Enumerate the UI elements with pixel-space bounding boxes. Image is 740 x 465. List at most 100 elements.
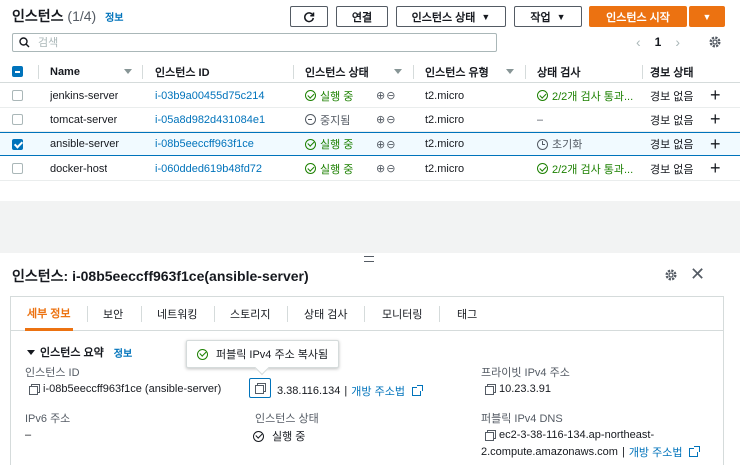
zoom-out-icon[interactable]: ⊖	[386, 138, 395, 151]
success-icon	[305, 163, 316, 174]
instance-id-link[interactable]: i-060dded619b48fd72	[155, 157, 262, 180]
table-row[interactable]: jenkins-server i-03b9a00455d75c214 실행 중 …	[0, 84, 740, 108]
zoom-in-icon[interactable]: ⊕	[376, 162, 385, 175]
section-info-link[interactable]: 정보	[114, 345, 132, 360]
zoom-out-icon[interactable]: ⊖	[386, 113, 395, 126]
caret-down-icon: ▼	[702, 11, 712, 22]
search-input[interactable]	[38, 36, 478, 49]
public-dns-label: 퍼블릭 IPv4 DNS	[481, 413, 563, 425]
instance-state-text: 실행 중	[320, 90, 354, 103]
resize-handle-icon[interactable]	[364, 256, 374, 262]
tab-details[interactable]: 세부 정보	[25, 297, 73, 331]
status-check-text: 2/2개 검사 통과...	[552, 90, 634, 103]
zoom-out-icon[interactable]: ⊖	[386, 89, 395, 102]
instance-state-value: 실행 중	[253, 428, 305, 444]
copied-tooltip: 퍼블릭 IPv4 주소 복사됨	[186, 340, 340, 376]
add-alarm-icon[interactable]: +	[710, 133, 721, 155]
col-status-check[interactable]: 상태 검사	[537, 61, 581, 82]
sort-icon[interactable]	[124, 69, 132, 74]
add-alarm-icon[interactable]: +	[710, 84, 721, 107]
zoom-icons[interactable]: ⊕ ⊖	[376, 84, 395, 107]
col-name[interactable]: Name	[50, 61, 80, 82]
refresh-icon	[304, 11, 315, 22]
panel-settings-gear-icon[interactable]	[664, 268, 678, 282]
next-page-icon[interactable]: ›	[675, 34, 680, 50]
external-link-icon[interactable]	[411, 384, 423, 396]
collapse-caret-icon[interactable]	[27, 349, 35, 355]
info-link[interactable]: 정보	[105, 13, 123, 24]
external-link-icon[interactable]	[689, 445, 701, 457]
table-header-row: Name 인스턴스 ID 인스턴스 상태 인스턴스 유형 상태 검사 경보 상태	[0, 61, 740, 83]
copy-icon[interactable]	[485, 430, 496, 441]
sort-icon[interactable]	[394, 69, 402, 74]
instance-id-link[interactable]: i-08b5eeccff963f1ce	[155, 133, 254, 155]
copy-icon[interactable]	[29, 384, 40, 395]
tab-security[interactable]: 보안	[103, 297, 123, 331]
zoom-in-icon[interactable]: ⊕	[376, 89, 385, 102]
section-header[interactable]: 인스턴스 요약 정보	[27, 344, 132, 360]
detail-title: 인스턴스: i-08b5eeccff963f1ce(ansible-server…	[12, 268, 309, 284]
copy-public-ip-button[interactable]	[249, 378, 271, 398]
status-check: –	[537, 113, 544, 126]
search-bar[interactable]	[12, 33, 497, 52]
zoom-in-icon[interactable]: ⊕	[376, 138, 385, 151]
connect-button[interactable]: 연결	[336, 6, 388, 27]
open-address-link-2[interactable]: 개방 주소법	[629, 444, 683, 460]
copy-icon	[255, 383, 266, 394]
row-checkbox[interactable]	[12, 114, 23, 125]
instance-state-text: 실행 중	[320, 163, 354, 176]
table-row[interactable]: docker-host i-060dded619b48fd72 실행 중 ⊕ ⊖ …	[0, 157, 740, 181]
launch-instance-button[interactable]: 인스턴스 시작	[589, 6, 687, 27]
add-alarm-icon[interactable]: +	[710, 157, 721, 180]
col-instance-state[interactable]: 인스턴스 상태	[305, 61, 369, 82]
zoom-icons[interactable]: ⊕ ⊖	[376, 108, 395, 131]
instance-state-dropdown[interactable]: 인스턴스 상태 ▼	[396, 6, 506, 27]
row-checkbox[interactable]	[12, 138, 23, 150]
caret-down-icon: ▼	[481, 11, 491, 22]
row-checkbox[interactable]	[12, 163, 23, 174]
instances-header: 인스턴스 (1/4) 정보 연결 인스턴스 상태 ▼ 작업 ▼ 인스턴스 시작 …	[0, 0, 740, 30]
add-alarm-icon[interactable]: +	[710, 108, 721, 131]
zoom-out-icon[interactable]: ⊖	[386, 162, 395, 175]
instance-id-link[interactable]: i-05a8d982d431084e1	[155, 108, 265, 131]
page-number[interactable]: 1	[655, 35, 662, 49]
tab-storage[interactable]: 스토리지	[230, 297, 270, 331]
row-checkbox[interactable]	[12, 90, 23, 101]
column-divider	[413, 65, 414, 79]
launch-options-dropdown[interactable]: ▼	[689, 6, 725, 27]
tab-tags[interactable]: 태그	[457, 297, 477, 331]
prev-page-icon[interactable]: ‹	[636, 34, 641, 50]
close-icon[interactable]: ✕	[690, 264, 705, 285]
success-icon	[253, 430, 264, 442]
instance-type: t2.micro	[425, 89, 465, 102]
refresh-button[interactable]	[290, 6, 328, 27]
instance-state-text: 중지됨	[320, 114, 351, 127]
instance-type: t2.micro	[425, 113, 465, 126]
open-address-link[interactable]: 개방 주소법	[351, 383, 405, 399]
instance-state-label: 인스턴스 상태	[411, 11, 476, 24]
actions-dropdown[interactable]: 작업 ▼	[514, 6, 582, 27]
col-instance-type[interactable]: 인스턴스 유형	[425, 61, 489, 82]
success-icon	[537, 90, 548, 101]
col-alarm-status[interactable]: 경보 상태	[650, 61, 694, 82]
copy-icon[interactable]	[485, 384, 496, 395]
public-dns-text-2: 2.compute.amazonaws.com	[481, 446, 618, 458]
instance-state: 실행 중	[305, 84, 353, 107]
select-all-checkbox[interactable]	[12, 61, 23, 82]
tab-networking[interactable]: 네트워킹	[157, 297, 197, 331]
tab-status-checks[interactable]: 상태 검사	[304, 297, 348, 331]
instance-id-link[interactable]: i-03b9a00455d75c214	[155, 84, 265, 107]
table-row[interactable]: tomcat-server i-05a8d982d431084e1 중지됨 ⊕ ⊖…	[0, 108, 740, 132]
instance-state: 실행 중	[305, 157, 353, 180]
public-dns-value: ec2-3-38-116-134.ap-northeast-	[485, 429, 654, 441]
table-row-selected[interactable]: ansible-server i-08b5eeccff963f1ce 실행 중 …	[0, 132, 740, 156]
zoom-icons[interactable]: ⊕ ⊖	[376, 133, 395, 155]
pagination: ‹ 1 ›	[636, 34, 680, 50]
zoom-icons[interactable]: ⊕ ⊖	[376, 157, 395, 180]
table-settings-gear-icon[interactable]	[708, 35, 722, 49]
zoom-in-icon[interactable]: ⊕	[376, 113, 385, 126]
sort-icon[interactable]	[506, 69, 514, 74]
tab-monitoring[interactable]: 모니터링	[382, 297, 422, 331]
success-icon	[305, 90, 316, 101]
col-instance-id[interactable]: 인스턴스 ID	[155, 61, 210, 82]
